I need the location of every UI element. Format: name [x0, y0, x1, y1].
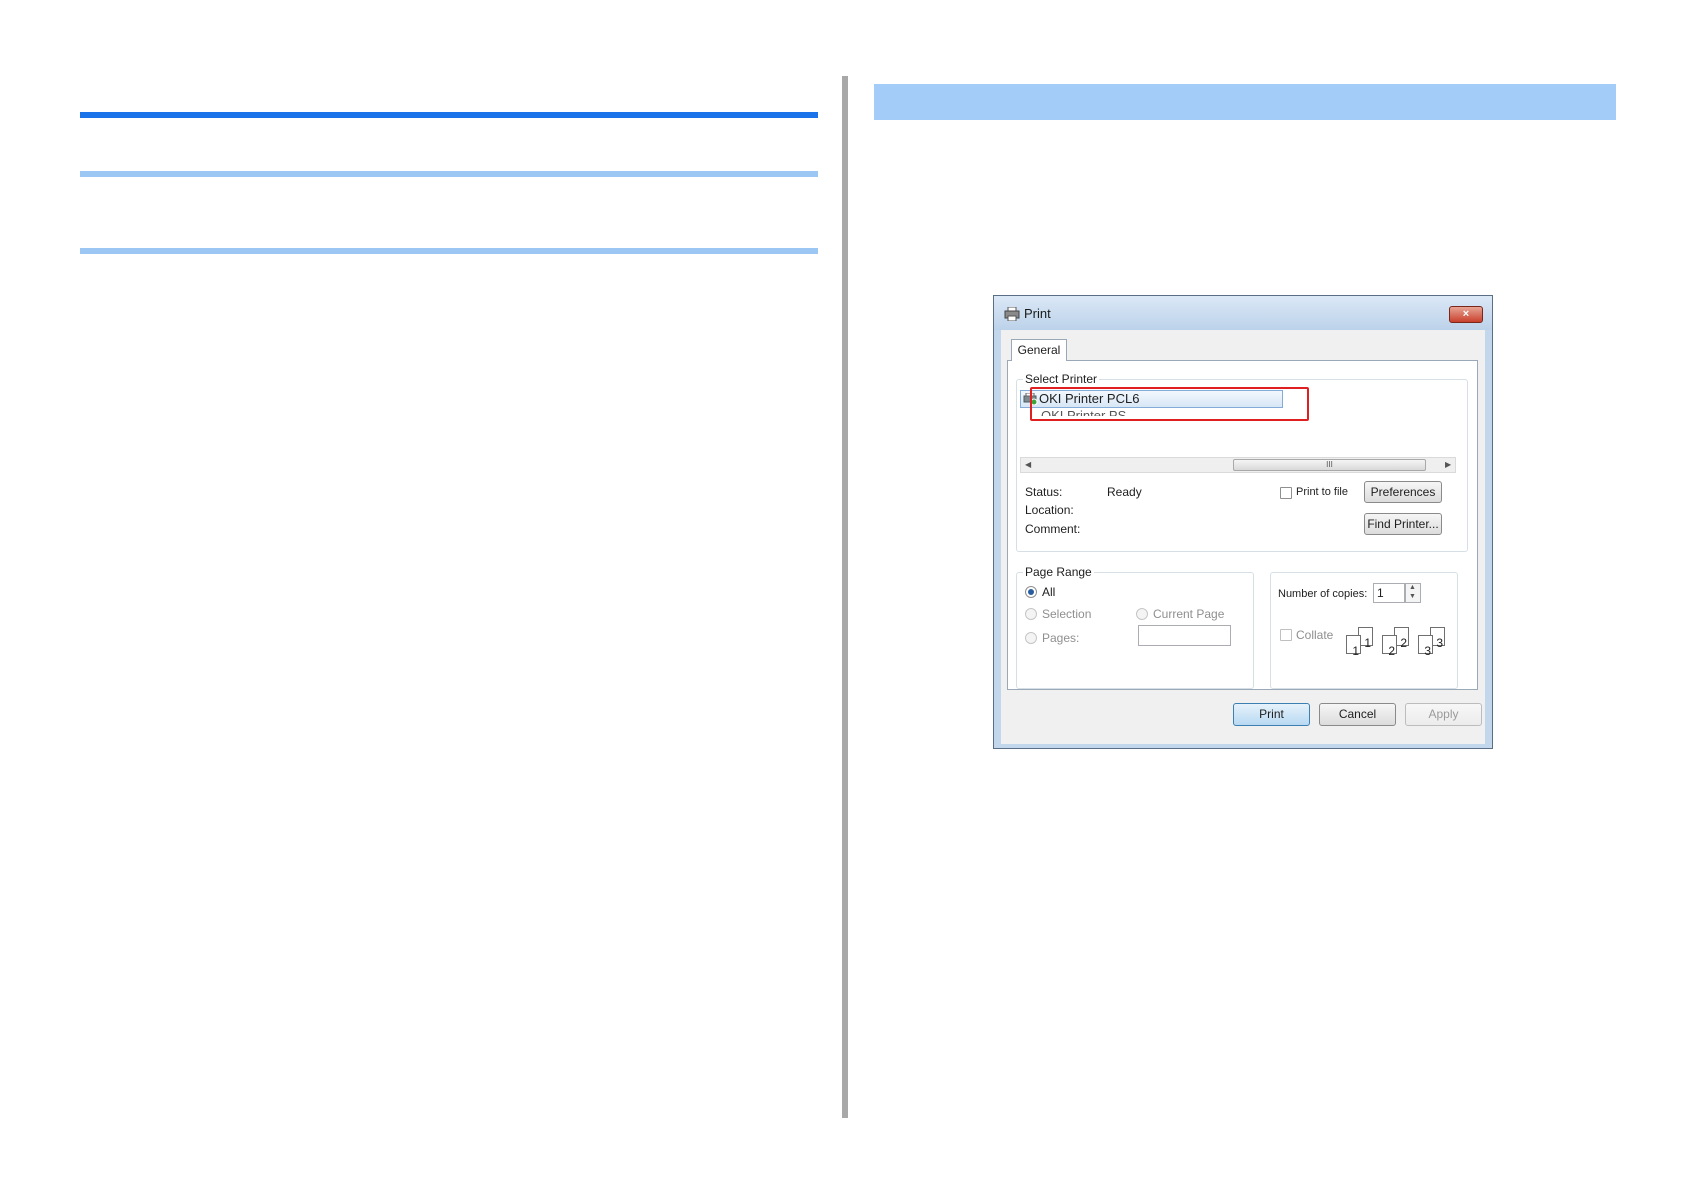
page-range-selection-label: Selection — [1042, 607, 1092, 621]
scroll-thumb[interactable]: III — [1233, 459, 1426, 471]
scroll-right-arrow-icon[interactable]: ▶ — [1445, 460, 1451, 469]
title-bar: Print × — [994, 296, 1492, 330]
apply-button[interactable]: Apply — [1405, 703, 1482, 726]
find-printer-button[interactable]: Find Printer... — [1364, 513, 1442, 535]
comment-label: Comment: — [1025, 522, 1081, 536]
collate-illustration: 1 1 2 2 3 3 — [1344, 627, 1456, 667]
print-to-file-label: Print to file — [1296, 486, 1348, 498]
collate-page-number: 1 — [1352, 644, 1359, 658]
apply-button-label: Apply — [1428, 707, 1459, 721]
collate-page-icon: 2 — [1382, 635, 1397, 658]
status-value: Ready — [1107, 485, 1142, 499]
preferences-button[interactable]: Preferences — [1364, 481, 1442, 503]
copies-input-value: 1 — [1377, 586, 1384, 600]
subheading-rule-top — [80, 171, 818, 177]
page-range-label: Page Range — [1023, 565, 1094, 579]
collate-label: Collate — [1296, 628, 1334, 642]
copies-input[interactable]: 1 — [1373, 583, 1405, 603]
cancel-button[interactable]: Cancel — [1319, 703, 1396, 726]
section-heading-band — [874, 84, 1616, 120]
heading-rule — [80, 112, 818, 118]
pages-input[interactable] — [1138, 625, 1231, 646]
collate-page-number: 1 — [1364, 636, 1371, 650]
collate-page-icon: 1 — [1346, 635, 1361, 658]
page-range-selection-radio[interactable] — [1025, 608, 1037, 620]
print-dialog: Print × General Select Printer OKI Print… — [993, 295, 1493, 749]
page-range-current-page-radio[interactable] — [1136, 608, 1148, 620]
preferences-button-label: Preferences — [1370, 485, 1436, 499]
close-button[interactable]: × — [1449, 306, 1483, 323]
collate-page-icon: 3 — [1418, 635, 1433, 658]
subheading-rule-bottom — [80, 248, 818, 254]
scroll-left-arrow-icon[interactable]: ◀ — [1025, 460, 1031, 469]
page-range-all-radio[interactable] — [1025, 586, 1037, 598]
selected-printer-highlight — [1030, 387, 1309, 421]
page-range-pages-label: Pages: — [1042, 631, 1080, 645]
cancel-button-label: Cancel — [1338, 707, 1377, 721]
copies-label: Number of copies: — [1278, 588, 1368, 600]
dialog-title: Print — [1024, 306, 1051, 321]
column-divider — [842, 76, 848, 1118]
print-button[interactable]: Print — [1233, 703, 1310, 726]
collate-page-number: 2 — [1400, 636, 1407, 650]
collate-page-number: 2 — [1388, 644, 1395, 658]
location-label: Location: — [1025, 503, 1074, 517]
select-printer-label: Select Printer — [1023, 372, 1100, 386]
spin-up-icon[interactable]: ▲ — [1409, 584, 1416, 591]
page-range-current-page-label: Current Page — [1153, 607, 1225, 621]
print-button-label: Print — [1259, 707, 1284, 721]
collate-checkbox[interactable] — [1280, 629, 1292, 641]
tab-general[interactable]: General — [1011, 339, 1067, 361]
status-label: Status: — [1025, 485, 1063, 499]
find-printer-button-label: Find Printer... — [1367, 517, 1439, 531]
collate-page-number: 3 — [1436, 636, 1443, 650]
scroll-thumb-grip: III — [1326, 460, 1333, 469]
print-to-file-checkbox[interactable] — [1280, 487, 1292, 499]
collate-page-number: 3 — [1424, 644, 1431, 658]
page-range-all-label: All — [1042, 585, 1056, 599]
printer-list-scrollbar[interactable]: ◀ III ▶ — [1020, 457, 1456, 473]
spin-down-icon[interactable]: ▼ — [1409, 593, 1416, 600]
close-icon: × — [1462, 308, 1470, 320]
page-range-pages-radio[interactable] — [1025, 632, 1037, 644]
printer-icon — [1004, 307, 1020, 321]
copies-spinner[interactable]: ▲ ▼ — [1405, 583, 1421, 603]
